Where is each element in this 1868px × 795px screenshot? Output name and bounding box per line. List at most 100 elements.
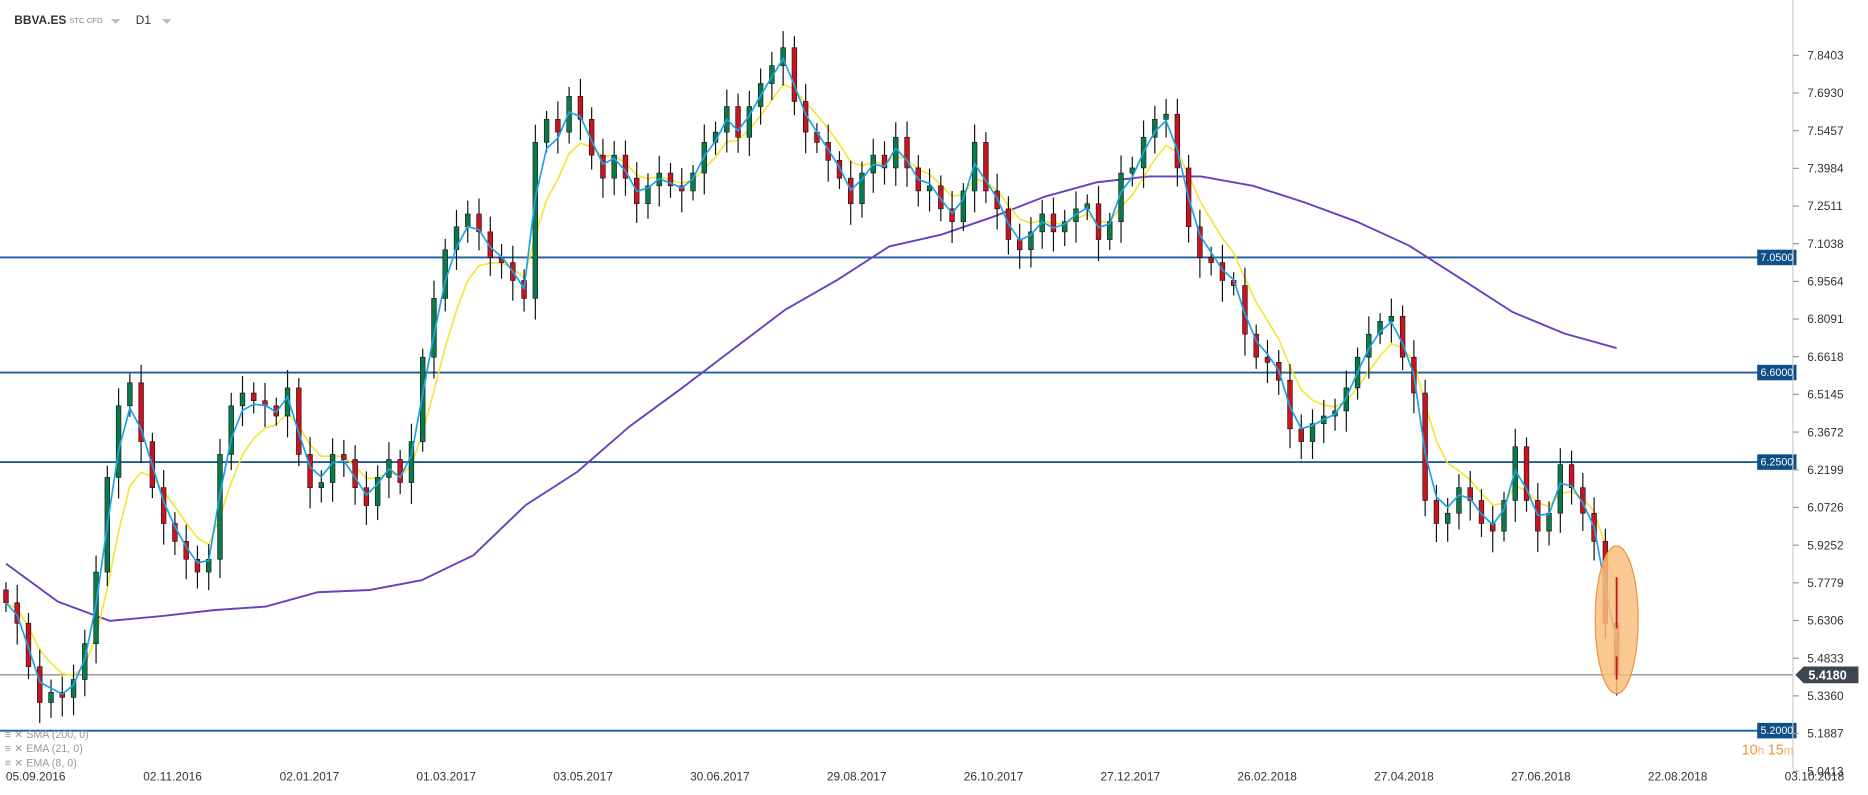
date-tick-label: 27.12.2017 — [1101, 770, 1161, 784]
candle — [1456, 474, 1462, 530]
candle — [1163, 98, 1169, 138]
candle — [251, 382, 257, 414]
candle — [949, 191, 955, 244]
remove-icon[interactable]: ✕ — [14, 757, 23, 769]
candle — [138, 364, 144, 464]
candle-body-down — [791, 47, 798, 102]
candle — [1399, 305, 1406, 371]
indicator-legend: ≡ ✕ SMA (200, 0)≡ ✕ EMA (21, 0)≡ ✕ EMA (8, 0) — [5, 729, 89, 770]
candle — [1501, 491, 1507, 542]
symbol-label[interactable]: BBVA.ES — [14, 13, 66, 27]
price-tick-label: 7.2511 — [1807, 199, 1843, 213]
candle — [611, 140, 617, 196]
price-tick-label: 6.0726 — [1807, 501, 1844, 515]
candle — [1028, 217, 1034, 268]
candle — [667, 163, 674, 198]
candle-countdown: 10h 15m — [1742, 742, 1794, 758]
sma-200-line — [5, 175, 1617, 622]
candle-body-down — [37, 666, 43, 703]
timeframe-label[interactable]: D1 — [136, 13, 152, 27]
legend-item[interactable]: ≡ ✕ EMA (21, 0) — [5, 743, 83, 755]
candle-body-down — [1399, 315, 1406, 358]
candle-body-down — [251, 392, 257, 401]
legend-item[interactable]: ≡ ✕ SMA (200, 0) — [5, 729, 89, 741]
price-tick-label: 6.8091 — [1807, 312, 1844, 326]
menu-icon[interactable]: ≡ — [5, 757, 11, 769]
candle — [1377, 313, 1383, 345]
price-chart[interactable]: BBVA.ES STC CFD D1 7.0500 6.6000 6.2500 5.2… — [0, 0, 1868, 795]
candle-body-up — [465, 213, 471, 228]
candle — [893, 122, 899, 186]
date-tick-label: 26.10.2017 — [964, 770, 1024, 784]
legend-label: SMA (200, 0) — [26, 729, 89, 741]
date-tick-label: 03.10.2018 — [1785, 770, 1845, 784]
candle-body-up — [1163, 113, 1169, 120]
candle — [791, 36, 798, 116]
candle — [1264, 339, 1271, 384]
candle-body-up — [1444, 512, 1451, 524]
candle-body-up — [543, 119, 550, 143]
candle — [465, 200, 471, 243]
candle-body-up — [329, 454, 336, 483]
candle — [296, 378, 302, 467]
candle — [1219, 244, 1226, 302]
menu-icon[interactable]: ≡ — [5, 743, 11, 755]
date-tick-label: 27.06.2018 — [1511, 770, 1571, 784]
legend-item[interactable]: ≡ ✕ EMA (8, 0) — [5, 757, 77, 769]
candle — [453, 209, 460, 271]
remove-icon[interactable]: ✕ — [14, 729, 23, 741]
remove-icon[interactable]: ✕ — [14, 743, 23, 755]
time-axis[interactable]: 05.09.2016 02.11.2016 02.01.2017 01.03.2017… — [6, 770, 1845, 784]
candle — [1062, 209, 1068, 247]
candle — [983, 132, 989, 204]
price-tick-label: 5.9252 — [1807, 538, 1844, 552]
price-tick-label: 7.3984 — [1807, 162, 1844, 176]
price-axis[interactable]: 7.8403 7.6930 7.5457 7.3984 7.2511 7.1038 6.95… — [1792, 0, 1844, 778]
candle-body-up — [48, 691, 54, 703]
candle — [848, 160, 854, 225]
candle — [859, 161, 865, 218]
legend-label: EMA (21, 0) — [26, 743, 83, 755]
candle — [70, 664, 77, 716]
instrument-dropdown-icon[interactable] — [110, 19, 121, 24]
candle — [476, 198, 482, 251]
candle — [498, 244, 505, 279]
candle — [3, 582, 9, 612]
candle-body-down — [555, 119, 561, 133]
candle — [1174, 98, 1181, 187]
candle — [59, 676, 65, 717]
level-price-label: 7.0500 — [1760, 252, 1793, 264]
candle-body-down — [1568, 464, 1575, 488]
candle-body-down — [296, 387, 302, 455]
candle — [735, 93, 741, 153]
candle — [1309, 409, 1316, 459]
candle — [904, 121, 910, 187]
countdown-minutes: 15 — [1768, 742, 1784, 758]
menu-icon[interactable]: ≡ — [5, 729, 11, 741]
ema-21-line — [5, 82, 1618, 677]
candle-body-up — [1546, 512, 1552, 532]
price-tick-label: 7.1038 — [1807, 237, 1844, 251]
candle — [239, 376, 246, 427]
timeframe-dropdown-icon[interactable] — [162, 19, 172, 24]
instrument-type-label[interactable]: STC CFD — [69, 16, 103, 25]
candle-body-down — [3, 589, 9, 604]
candle — [172, 512, 178, 555]
candle — [408, 423, 415, 505]
countdown-minutes-unit: m — [1784, 743, 1794, 757]
candle — [194, 545, 201, 589]
countdown-hours-unit: h — [1758, 743, 1765, 757]
candle — [679, 167, 685, 213]
candle — [1490, 505, 1496, 553]
candle — [183, 524, 189, 580]
candle-body-up — [1388, 315, 1395, 322]
date-tick-label: 05.09.2016 — [6, 770, 66, 784]
candle — [1568, 450, 1575, 505]
candle-body-down — [1298, 428, 1304, 442]
date-tick-label: 26.02.2018 — [1237, 770, 1297, 784]
date-tick-label: 02.11.2016 — [143, 770, 202, 784]
level-price-label: 5.2000 — [1760, 725, 1793, 737]
candle-body-down — [341, 454, 347, 460]
candle — [37, 649, 43, 724]
price-tick-label: 5.6306 — [1807, 614, 1844, 628]
